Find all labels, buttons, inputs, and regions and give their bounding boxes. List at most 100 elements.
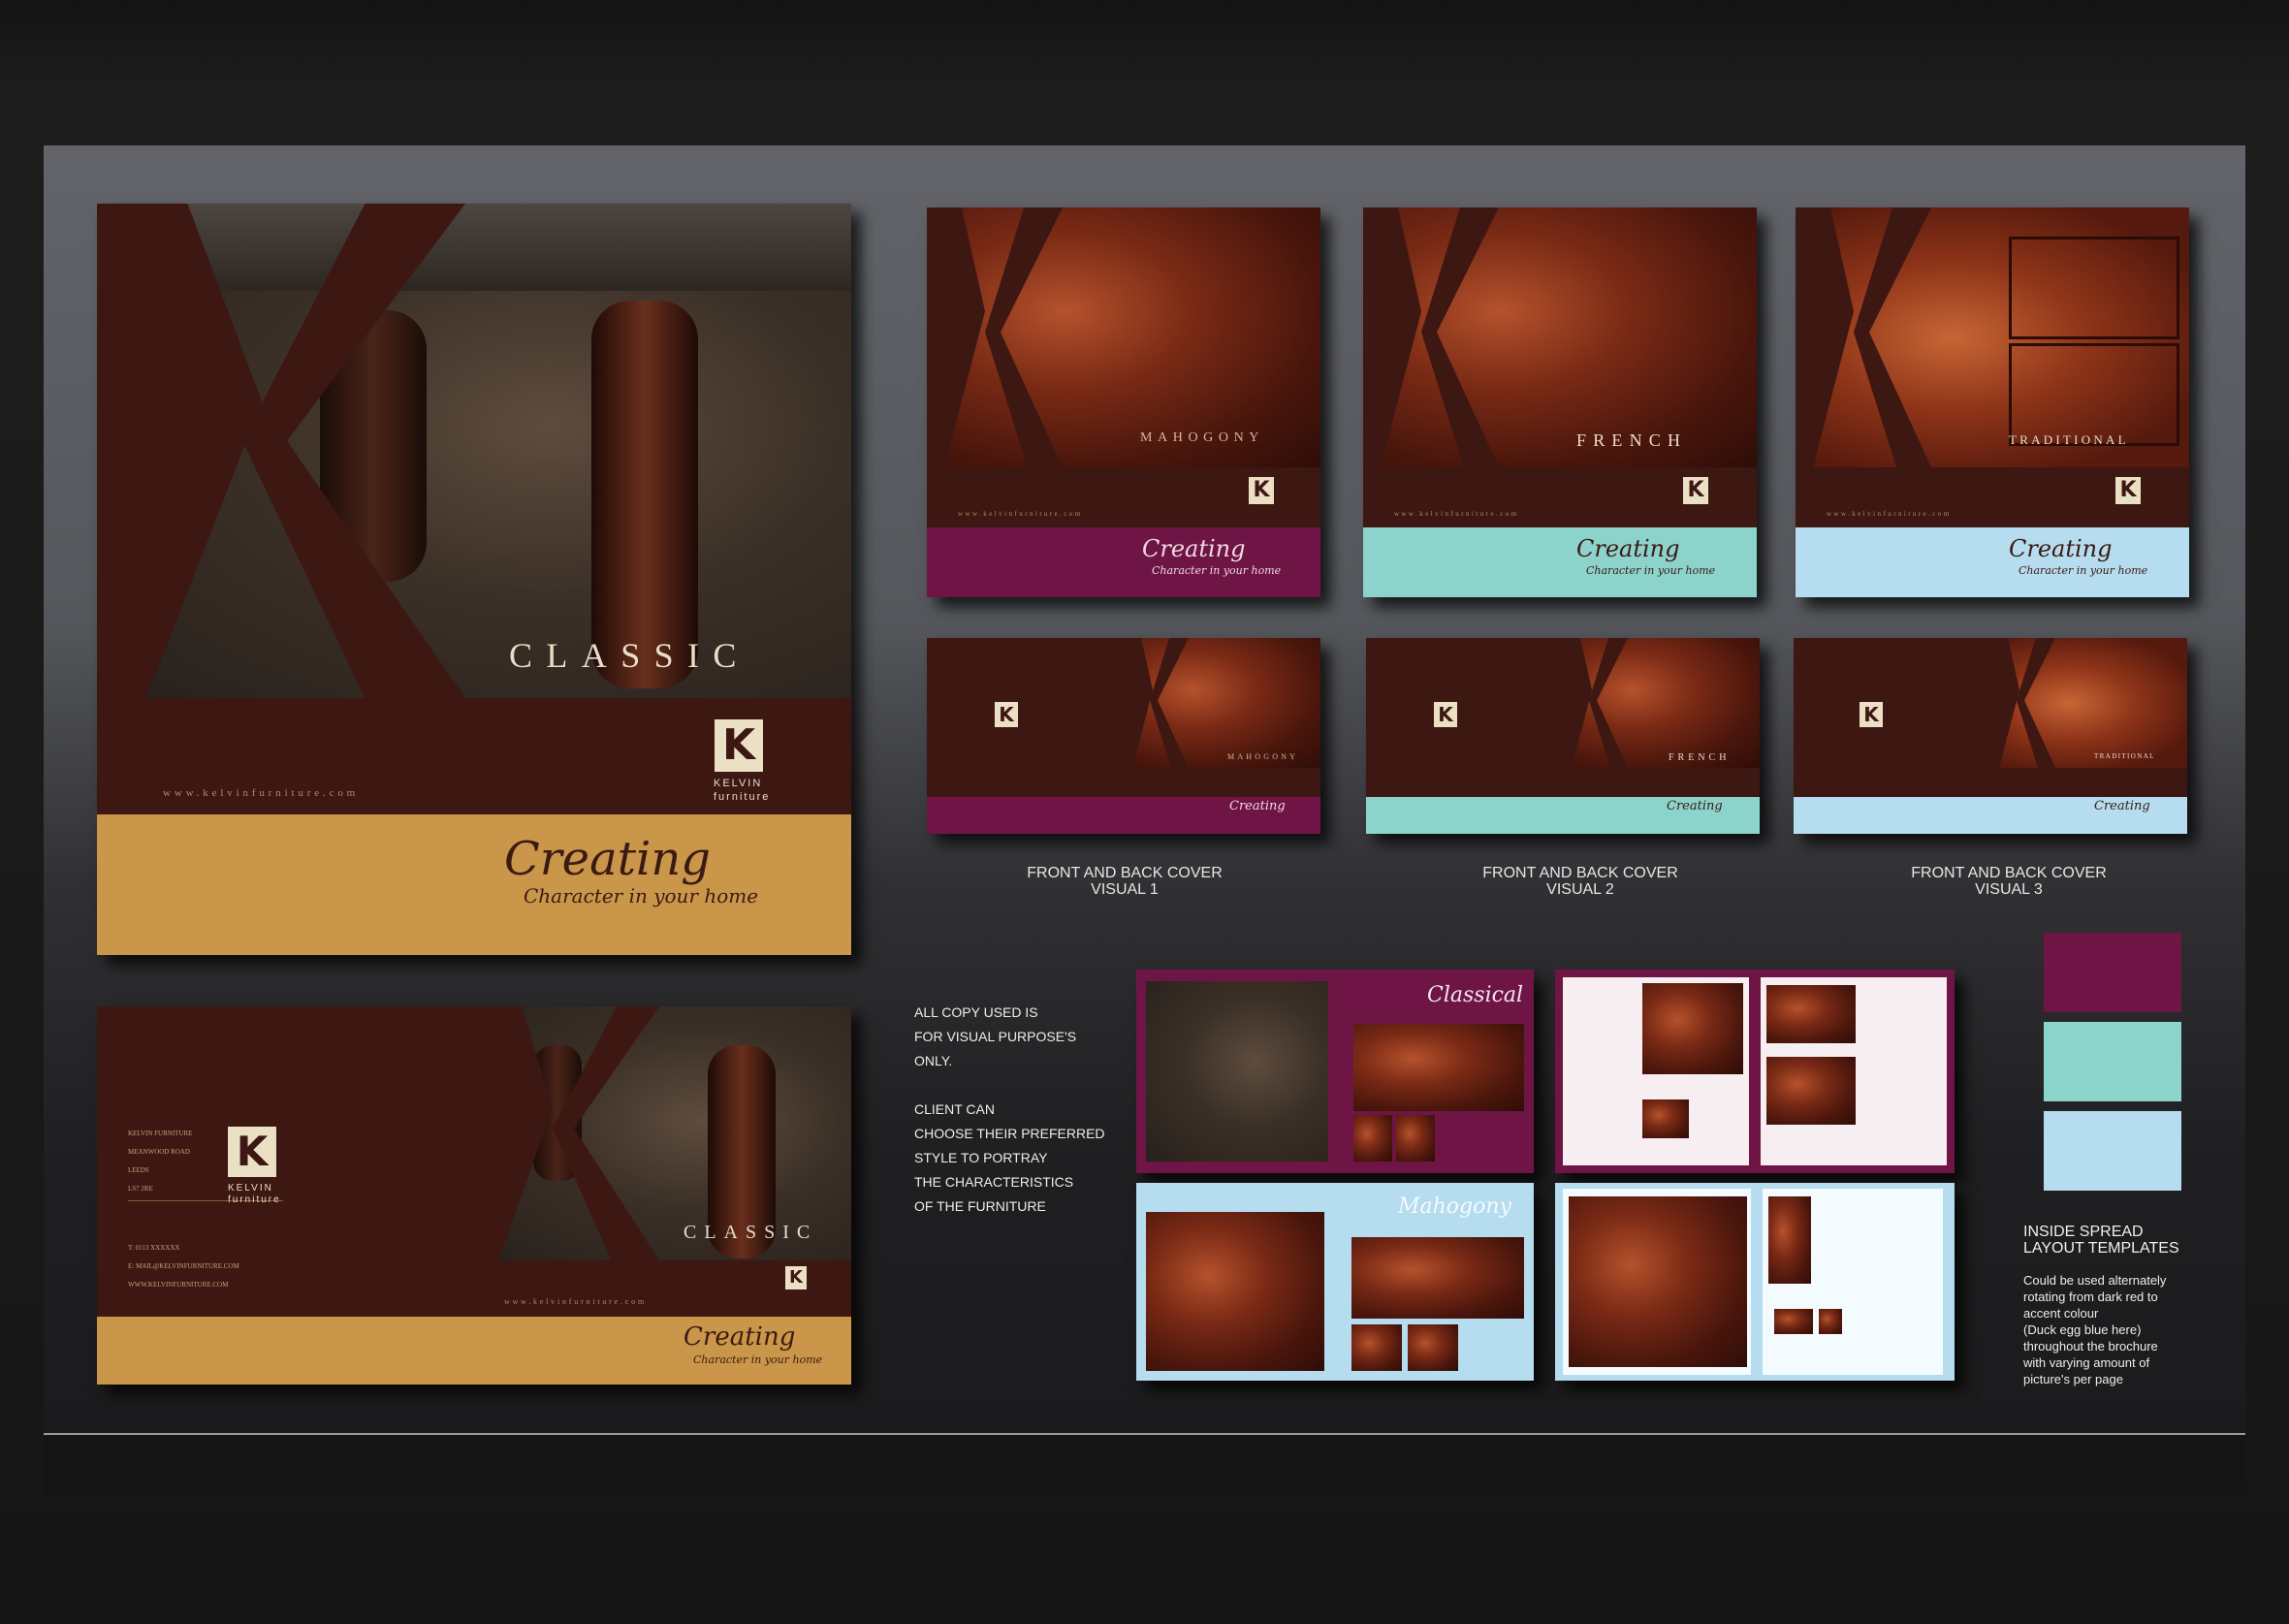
visual-3-front: TRADITIONAL K www.kelvinfurniture.com Cr… <box>1796 207 2189 597</box>
visual-3-back-title: TRADITIONAL <box>2094 752 2155 760</box>
kelvin-logo: K <box>1860 702 1883 727</box>
tagline-main: Creating <box>684 1322 796 1352</box>
swatch-light-blue <box>2044 1111 2181 1191</box>
visual-url: www.kelvinfurniture.com <box>1394 510 1519 518</box>
kelvin-logo: K <box>715 719 763 772</box>
kelvin-logo: K <box>1683 477 1708 504</box>
visual-3-band: Creating Character in your home <box>1796 527 2189 597</box>
visual-url: www.kelvinfurniture.com <box>958 510 1083 518</box>
back-cover-title: CLASSIC <box>684 1222 818 1243</box>
label-line: FRONT AND BACK COVER <box>1911 865 2107 881</box>
visual-2-title: FRENCH <box>1576 430 1688 450</box>
tagline-main: Creating <box>504 832 711 886</box>
cover-url: www.kelvinfurniture.com <box>163 787 360 799</box>
spread-heading: INSIDE SPREAD LAYOUT TEMPLATES <box>2023 1224 2179 1257</box>
contact-block: T: 0113 XXXXXX E: MAIL@KELVINFURNITURE.C… <box>128 1239 239 1294</box>
tagline-band: Creating Character in your home <box>97 814 851 955</box>
visual-2-back-title: FRENCH <box>1669 752 1731 763</box>
spread-classical: Classical <box>1136 970 1534 1173</box>
note-line: CLIENT CAN <box>914 1101 995 1117</box>
label-line: VISUAL 1 <box>1091 881 1159 898</box>
note-line: THE CHARACTERISTICS <box>914 1174 1074 1190</box>
tagline-main: Creating <box>1667 799 1723 813</box>
kelvin-logo: K <box>995 702 1018 727</box>
main-front-cover: CLASSIC K KELVIN furniture www.kelvinfur… <box>97 204 851 955</box>
note-line: FOR VISUAL PURPOSE'S <box>914 1029 1077 1044</box>
visual-2-back: K FRENCH Creating <box>1366 638 1760 834</box>
kelvin-logo-name: KELVIN <box>228 1183 273 1194</box>
spread-classical-pages <box>1555 970 1955 1173</box>
tagline-main: Creating <box>2094 799 2150 813</box>
tagline-main: Creating <box>1142 535 1246 562</box>
visual-1-front: MAHOGONY K www.kelvinfurniture.com Creat… <box>927 207 1320 597</box>
visual-1-title: MAHOGONY <box>1140 430 1265 445</box>
client-note: CLIENT CAN CHOOSE THEIR PREFERRED STYLE … <box>914 1098 1105 1219</box>
visual-3-label: FRONT AND BACK COVER VISUAL 3 <box>1863 865 2154 898</box>
note-line: ONLY. <box>914 1053 953 1068</box>
visual-url: www.kelvinfurniture.com <box>1827 510 1952 518</box>
back-url: www.kelvinfurniture.com <box>504 1297 647 1306</box>
visual-2-back-band: Creating <box>1366 797 1760 834</box>
note-line: STYLE TO PORTRAY <box>914 1150 1048 1165</box>
description-line: throughout the brochure <box>2023 1339 2158 1353</box>
visual-2-front: FRENCH K www.kelvinfurniture.com Creatin… <box>1363 207 1757 597</box>
visual-1-back-band: Creating <box>927 797 1320 834</box>
spread-mahogony: Mahogony <box>1136 1183 1534 1381</box>
description-line: Could be used alternately <box>2023 1273 2167 1288</box>
contact-line: T: 0113 XXXXXX <box>128 1244 180 1252</box>
tagline-sub: Character in your home <box>1586 564 1716 577</box>
kelvin-logo-sub: furniture <box>228 1194 281 1205</box>
description-line: with varying amount of <box>2023 1355 2150 1370</box>
description-line: accent colour <box>2023 1306 2099 1321</box>
address-line: KELVIN FURNITURE <box>128 1130 193 1137</box>
spread-description: Could be used alternately rotating from … <box>2023 1272 2166 1387</box>
label-line: FRONT AND BACK COVER <box>1482 865 1678 881</box>
main-back-cover: CLASSIC KELVIN FURNITURE MEANWOOD ROAD L… <box>97 1006 851 1385</box>
kelvin-logo: K <box>1434 702 1457 727</box>
tagline-sub: Character in your home <box>693 1353 823 1366</box>
visual-3-back-band: Creating <box>1794 797 2187 834</box>
tagline-main: Creating <box>2009 535 2113 562</box>
label-line: FRONT AND BACK COVER <box>1027 865 1223 881</box>
swatch-duck-egg <box>2044 1022 2181 1101</box>
label-line: VISUAL 2 <box>1546 881 1614 898</box>
spread-mahogony-pages <box>1555 1183 1955 1381</box>
note-line: OF THE FURNITURE <box>914 1198 1046 1214</box>
description-line: picture's per page <box>2023 1372 2123 1386</box>
visual-2-label: FRONT AND BACK COVER VISUAL 2 <box>1435 865 1726 898</box>
address-line: MEANWOOD ROAD <box>128 1148 190 1156</box>
tagline-main: Creating <box>1576 535 1680 562</box>
tagline-sub: Character in your home <box>2019 564 2148 577</box>
board-footer-strip <box>44 1433 2245 1497</box>
visual-2-band: Creating Character in your home <box>1363 527 1757 597</box>
label-line: VISUAL 3 <box>1975 881 2043 898</box>
visual-1-label: FRONT AND BACK COVER VISUAL 1 <box>979 865 1270 898</box>
kelvin-logo-sub: furniture <box>714 791 771 803</box>
kelvin-logo-small: K <box>785 1266 807 1290</box>
classical-title: Classical <box>1427 983 1524 1007</box>
visual-1-back: K MAHOGONY Creating <box>927 638 1320 834</box>
heading-line: INSIDE SPREAD <box>2023 1224 2144 1240</box>
kelvin-logo-name: KELVIN <box>714 778 763 789</box>
description-line: rotating from dark red to <box>2023 1290 2158 1304</box>
kelvin-logo: K <box>1249 477 1274 504</box>
visual-3-back: K TRADITIONAL Creating <box>1794 638 2187 834</box>
mahogony-title: Mahogony <box>1398 1194 1511 1219</box>
tagline-sub: Character in your home <box>1152 564 1282 577</box>
contact-line: E: MAIL@KELVINFURNITURE.COM <box>128 1262 239 1270</box>
kelvin-logo-back: K <box>228 1127 276 1177</box>
note-line: ALL COPY USED IS <box>914 1004 1038 1020</box>
tagline-main: Creating <box>1229 799 1286 813</box>
address-block: KELVIN FURNITURE MEANWOOD ROAD LEEDS LS7… <box>128 1125 192 1198</box>
copy-note: ALL COPY USED IS FOR VISUAL PURPOSE'S ON… <box>914 1001 1076 1073</box>
visual-1-band: Creating Character in your home <box>927 527 1320 597</box>
tagline-sub: Character in your home <box>524 884 759 908</box>
address-line: LS7 2RE <box>128 1185 153 1193</box>
note-line: CHOOSE THEIR PREFERRED <box>914 1126 1105 1141</box>
heading-line: LAYOUT TEMPLATES <box>2023 1240 2179 1257</box>
kelvin-logo: K <box>2115 477 2141 504</box>
description-line: (Duck egg blue here) <box>2023 1322 2142 1337</box>
contact-line: WWW.KELVINFURNITURE.COM <box>128 1281 229 1289</box>
visual-1-back-title: MAHOGONY <box>1227 752 1299 761</box>
visual-3-title: TRADITIONAL <box>2009 432 2129 447</box>
